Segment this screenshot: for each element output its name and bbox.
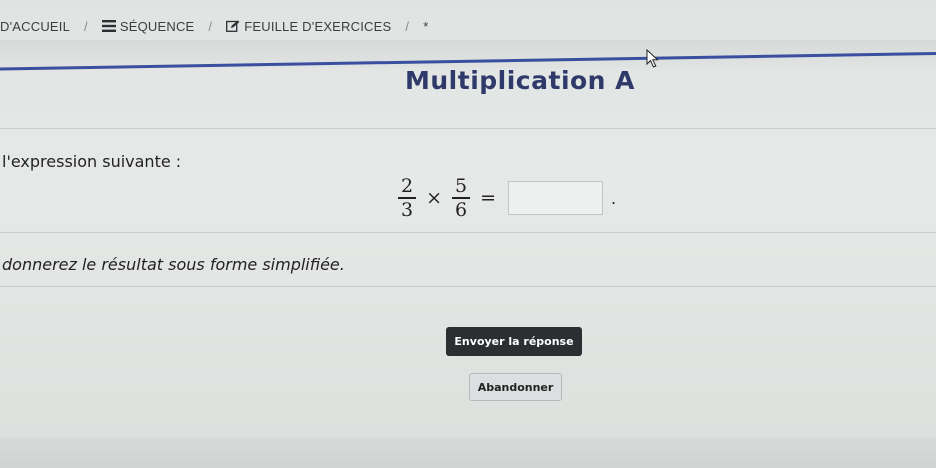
submit-answer-button[interactable]: Envoyer la réponse: [446, 327, 582, 356]
breadcrumb-separator: /: [405, 18, 410, 34]
fraction-first-numerator: 2: [401, 175, 414, 198]
fraction-first: 2 3: [398, 175, 417, 221]
exercise-note: donnerez le résultat sous forme simplifi…: [2, 255, 345, 274]
breadcrumb-separator: /: [208, 18, 213, 34]
fraction-first-denominator: 3: [401, 198, 414, 221]
breadcrumb-home-link[interactable]: D'ACCUEIL: [0, 19, 70, 34]
multiply-operator: ×: [426, 187, 443, 209]
footer-band: [0, 438, 936, 468]
divider: [0, 232, 936, 233]
exercise-title: Multiplication A: [405, 66, 636, 95]
divider: [0, 128, 936, 129]
breadcrumb-current: *: [423, 18, 429, 34]
breadcrumb: D'ACCUEIL / SÉQUENCE / FEUILLE D'EXERCIC…: [0, 12, 428, 40]
breadcrumb-home-label: D'ACCUEIL: [0, 18, 71, 34]
breadcrumb-worksheet-link[interactable]: FEUILLE D'EXERCICES: [226, 19, 391, 34]
breadcrumb-separator: /: [84, 18, 88, 34]
math-expression: 2 3 × 5 6 = .: [394, 172, 616, 224]
breadcrumb-sequence-link[interactable]: SÉQUENCE: [101, 18, 195, 34]
equals-sign: =: [480, 187, 497, 209]
trailing-period: .: [611, 188, 617, 208]
fraction-second: 5 6: [452, 175, 471, 221]
edit-icon: [226, 20, 240, 32]
breadcrumb-worksheet-label: FEUILLE D'EXERCICES: [244, 18, 392, 34]
breadcrumb-sequence-label: SÉQUENCE: [119, 18, 195, 34]
exercise-instruction: l'expression suivante :: [2, 152, 182, 171]
list-icon: [101, 20, 116, 32]
fraction-second-denominator: 6: [455, 198, 468, 221]
divider: [0, 286, 936, 287]
fraction-second-numerator: 5: [455, 175, 468, 198]
answer-input[interactable]: [508, 181, 604, 215]
abandon-button[interactable]: Abandonner: [469, 373, 562, 401]
mouse-pointer-icon: [646, 49, 659, 68]
